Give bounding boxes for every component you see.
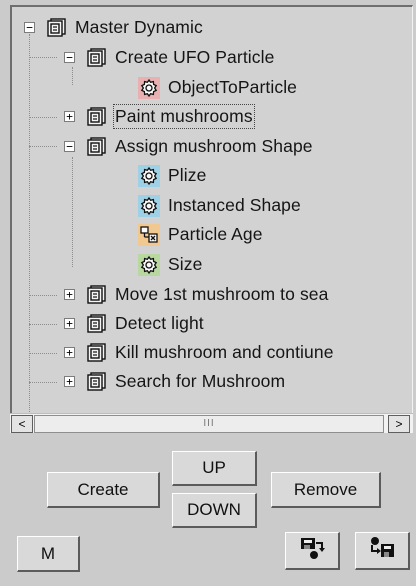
create-button[interactable]: Create <box>47 472 160 508</box>
event-icon <box>85 342 107 364</box>
expand-toggle[interactable]: + <box>64 318 75 329</box>
tree-node-label: Search for Mushroom <box>115 371 286 391</box>
expand-toggle[interactable]: + <box>64 289 75 300</box>
tree-connector <box>29 57 57 58</box>
event-icon <box>85 313 107 335</box>
tree-node-particle-age[interactable]: Particle Age <box>138 221 263 248</box>
gear-operator-icon <box>138 76 160 99</box>
tree-connector <box>29 117 57 118</box>
up-button[interactable]: UP <box>172 451 257 486</box>
tree-node-label: Size <box>168 254 203 274</box>
tree-node-label: Master Dynamic <box>75 17 203 37</box>
remove-button[interactable]: Remove <box>271 472 381 508</box>
tree-node-label: Plize <box>168 165 207 185</box>
tree-node-move-1st-mushroom[interactable]: + Move 1st mushroom to sea <box>64 281 328 308</box>
horizontal-scrollbar[interactable]: < III > <box>10 413 413 433</box>
age-test-icon <box>138 223 160 246</box>
collapse-toggle[interactable]: − <box>64 52 75 63</box>
tree-connector <box>29 34 30 415</box>
tree-connector <box>29 295 57 296</box>
tree-node-object-to-particle[interactable]: ObjectToParticle <box>138 74 297 101</box>
event-icon <box>85 47 107 69</box>
tree-node-label: ObjectToParticle <box>168 77 298 97</box>
save-button[interactable] <box>355 532 410 570</box>
scroll-left-button[interactable]: < <box>11 415 33 433</box>
expand-toggle[interactable]: + <box>64 347 75 358</box>
tree-node-create-ufo-particle[interactable]: − Create UFO Particle <box>64 44 274 71</box>
tree-node-label: Kill mushroom and contiune <box>115 342 334 362</box>
event-icon <box>85 136 107 158</box>
expand-toggle[interactable]: + <box>64 376 75 387</box>
tree-node-kill-mushroom[interactable]: + Kill mushroom and contiune <box>64 339 334 366</box>
tree-node-label: Detect light <box>115 313 204 333</box>
tree-connector <box>72 157 73 267</box>
tree-connector <box>29 324 57 325</box>
load-button[interactable] <box>285 532 340 570</box>
tree-node-detect-light[interactable]: + Detect light <box>64 310 204 337</box>
event-icon <box>85 371 107 393</box>
gear-operator-icon <box>138 194 160 217</box>
tree-node-size[interactable]: Size <box>138 251 202 278</box>
tree-node-label: Assign mushroom Shape <box>115 136 313 156</box>
save-file-icon <box>367 535 397 566</box>
gear-operator-icon <box>138 253 160 276</box>
down-button[interactable]: DOWN <box>172 493 257 528</box>
scroll-thumb[interactable]: III <box>34 415 384 433</box>
scroll-right-button[interactable]: > <box>388 415 410 433</box>
load-file-icon <box>297 535 327 566</box>
gear-operator-icon <box>138 164 160 187</box>
expand-toggle[interactable]: + <box>64 111 75 122</box>
tree-node-assign-mushroom-shape[interactable]: − Assign mushroom Shape <box>64 133 313 160</box>
tree-node-plize[interactable]: Plize <box>138 162 206 189</box>
tree-node-master-dynamic[interactable]: − Master Dynamic <box>24 14 203 41</box>
event-icon <box>85 106 107 128</box>
tree-node-label: Instanced Shape <box>168 195 301 215</box>
tree-connector <box>29 353 57 354</box>
event-icon <box>45 17 67 39</box>
tree-node-search-for-mushroom[interactable]: + Search for Mushroom <box>64 368 285 395</box>
tree-connector <box>29 382 57 383</box>
event-icon <box>85 284 107 306</box>
tree-node-label: Paint mushrooms <box>113 104 255 129</box>
m-button[interactable]: M <box>17 536 80 572</box>
tree-node-instanced-shape[interactable]: Instanced Shape <box>138 192 301 219</box>
collapse-toggle[interactable]: − <box>64 141 75 152</box>
tree-node-label: Create UFO Particle <box>115 47 275 67</box>
tree-node-paint-mushrooms[interactable]: + Paint mushrooms <box>64 103 255 130</box>
collapse-toggle[interactable]: − <box>24 22 35 33</box>
tree-connector <box>29 146 57 147</box>
scroll-grip: III <box>203 418 215 429</box>
tree-node-label: Move 1st mushroom to sea <box>115 284 329 304</box>
event-tree-panel[interactable]: − Master Dynamic − Create UFO Particle O… <box>10 5 413 415</box>
tree-node-label: Particle Age <box>168 224 263 244</box>
